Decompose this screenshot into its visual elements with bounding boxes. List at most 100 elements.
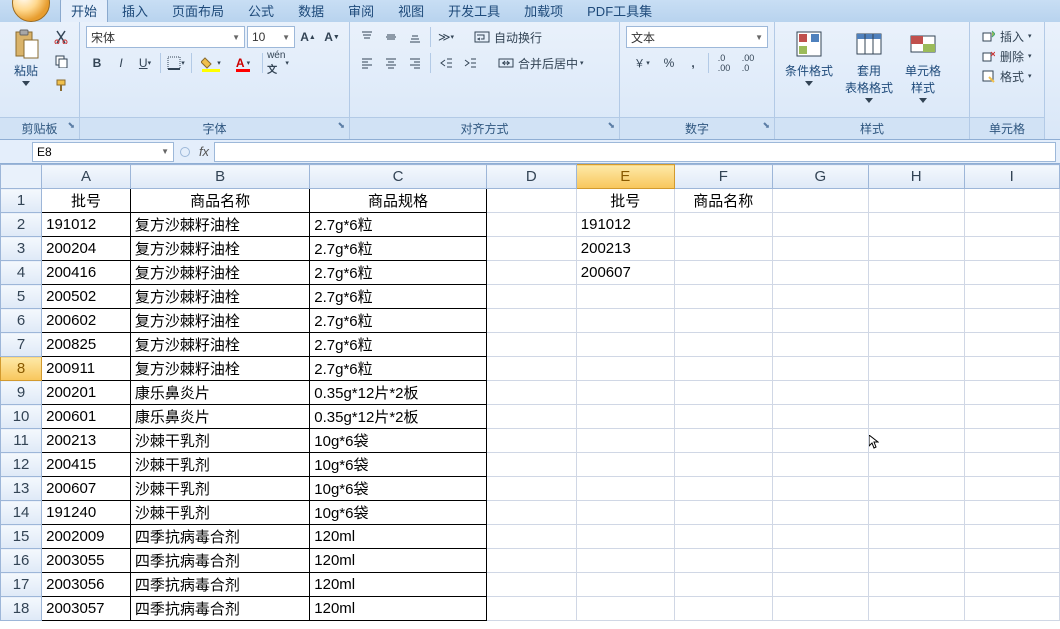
cell-A7[interactable]: 200825 (42, 333, 131, 357)
insert-cells-button[interactable]: 插入▾ (976, 26, 1037, 46)
cell-H6[interactable] (868, 309, 964, 333)
cell-G2[interactable] (772, 213, 868, 237)
cell-C8[interactable]: 2.7g*6粒 (310, 357, 486, 381)
cell-C14[interactable]: 10g*6袋 (310, 501, 486, 525)
cell-D2[interactable] (486, 213, 576, 237)
cell-D10[interactable] (486, 405, 576, 429)
cell-A16[interactable]: 2003055 (42, 549, 131, 573)
cell-B6[interactable]: 复方沙棘籽油栓 (130, 309, 309, 333)
cell-D18[interactable] (486, 597, 576, 621)
cell-F14[interactable] (674, 501, 772, 525)
clipboard-launcher[interactable]: ⬊ (67, 120, 75, 131)
cell-I7[interactable] (964, 333, 1059, 357)
row-header-1[interactable]: 1 (1, 189, 42, 213)
cell-G9[interactable] (772, 381, 868, 405)
office-orb[interactable] (12, 0, 54, 22)
cell-D6[interactable] (486, 309, 576, 333)
phonetic-button[interactable]: wén文▾ (267, 52, 289, 74)
cell-H11[interactable] (868, 429, 964, 453)
cell-E7[interactable] (576, 333, 674, 357)
cell-G8[interactable] (772, 357, 868, 381)
align-launcher[interactable]: ⬊ (607, 120, 615, 131)
cell-B7[interactable]: 复方沙棘籽油栓 (130, 333, 309, 357)
cell-A2[interactable]: 191012 (42, 213, 131, 237)
name-box[interactable]: E8▼ (32, 142, 174, 162)
cell-styles-button[interactable]: 单元格 样式 (901, 26, 945, 105)
decrease-indent-button[interactable] (435, 52, 457, 74)
cell-D13[interactable] (486, 477, 576, 501)
cell-F1[interactable]: 商品名称 (674, 189, 772, 213)
cell-G17[interactable] (772, 573, 868, 597)
cell-D9[interactable] (486, 381, 576, 405)
cell-G3[interactable] (772, 237, 868, 261)
cell-D1[interactable] (486, 189, 576, 213)
tab-开始[interactable]: 开始 (60, 0, 108, 22)
cell-H17[interactable] (868, 573, 964, 597)
copy-button[interactable] (50, 50, 72, 72)
cell-B2[interactable]: 复方沙棘籽油栓 (130, 213, 309, 237)
cell-I15[interactable] (964, 525, 1059, 549)
cell-A13[interactable]: 200607 (42, 477, 131, 501)
delete-cells-button[interactable]: 删除▾ (976, 46, 1037, 66)
cut-button[interactable] (50, 26, 72, 48)
cell-H1[interactable] (868, 189, 964, 213)
cell-B12[interactable]: 沙棘干乳剂 (130, 453, 309, 477)
cell-H12[interactable] (868, 453, 964, 477)
cell-H14[interactable] (868, 501, 964, 525)
row-header-18[interactable]: 18 (1, 597, 42, 621)
font-family-combo[interactable]: 宋体▼ (86, 26, 245, 48)
cell-I14[interactable] (964, 501, 1059, 525)
row-header-15[interactable]: 15 (1, 525, 42, 549)
decrease-font-button[interactable]: A▼ (321, 26, 343, 48)
col-header-F[interactable]: F (674, 165, 772, 189)
increase-font-button[interactable]: A▲ (297, 26, 319, 48)
increase-decimal-button[interactable]: .0.00 (713, 52, 735, 74)
font-size-combo[interactable]: 10▼ (247, 26, 295, 48)
align-center-button[interactable] (380, 52, 402, 74)
tab-公式[interactable]: 公式 (238, 0, 284, 22)
col-header-C[interactable]: C (310, 165, 486, 189)
cell-A5[interactable]: 200502 (42, 285, 131, 309)
number-launcher[interactable]: ⬊ (762, 120, 770, 131)
formula-input[interactable] (214, 142, 1056, 162)
cell-H2[interactable] (868, 213, 964, 237)
cell-D15[interactable] (486, 525, 576, 549)
cell-E3[interactable]: 200213 (576, 237, 674, 261)
cell-E11[interactable] (576, 429, 674, 453)
cell-D4[interactable] (486, 261, 576, 285)
cell-D14[interactable] (486, 501, 576, 525)
cell-B13[interactable]: 沙棘干乳剂 (130, 477, 309, 501)
cell-G13[interactable] (772, 477, 868, 501)
increase-indent-button[interactable] (459, 52, 481, 74)
cell-H3[interactable] (868, 237, 964, 261)
row-header-11[interactable]: 11 (1, 429, 42, 453)
cell-G10[interactable] (772, 405, 868, 429)
spreadsheet-grid[interactable]: ABCDEFGHI1批号商品名称商品规格批号商品名称2191012复方沙棘籽油栓… (0, 164, 1060, 629)
cell-A4[interactable]: 200416 (42, 261, 131, 285)
row-header-10[interactable]: 10 (1, 405, 42, 429)
cell-F3[interactable] (674, 237, 772, 261)
font-launcher[interactable]: ⬊ (337, 120, 345, 131)
cell-F17[interactable] (674, 573, 772, 597)
cell-I16[interactable] (964, 549, 1059, 573)
cell-D8[interactable] (486, 357, 576, 381)
cell-G16[interactable] (772, 549, 868, 573)
cell-E8[interactable] (576, 357, 674, 381)
cell-E1[interactable]: 批号 (576, 189, 674, 213)
cell-H13[interactable] (868, 477, 964, 501)
cell-B17[interactable]: 四季抗病毒合剂 (130, 573, 309, 597)
cell-I6[interactable] (964, 309, 1059, 333)
cell-A18[interactable]: 2003057 (42, 597, 131, 621)
cell-B10[interactable]: 康乐鼻炎片 (130, 405, 309, 429)
col-header-H[interactable]: H (868, 165, 964, 189)
orientation-button[interactable]: ≫▾ (435, 26, 457, 48)
cell-A15[interactable]: 2002009 (42, 525, 131, 549)
cell-F6[interactable] (674, 309, 772, 333)
cell-D3[interactable] (486, 237, 576, 261)
font-color-button[interactable]: A▾ (228, 52, 258, 74)
format-as-table-button[interactable]: 套用 表格格式 (841, 26, 897, 105)
cell-H15[interactable] (868, 525, 964, 549)
row-header-4[interactable]: 4 (1, 261, 42, 285)
cell-I9[interactable] (964, 381, 1059, 405)
row-header-6[interactable]: 6 (1, 309, 42, 333)
